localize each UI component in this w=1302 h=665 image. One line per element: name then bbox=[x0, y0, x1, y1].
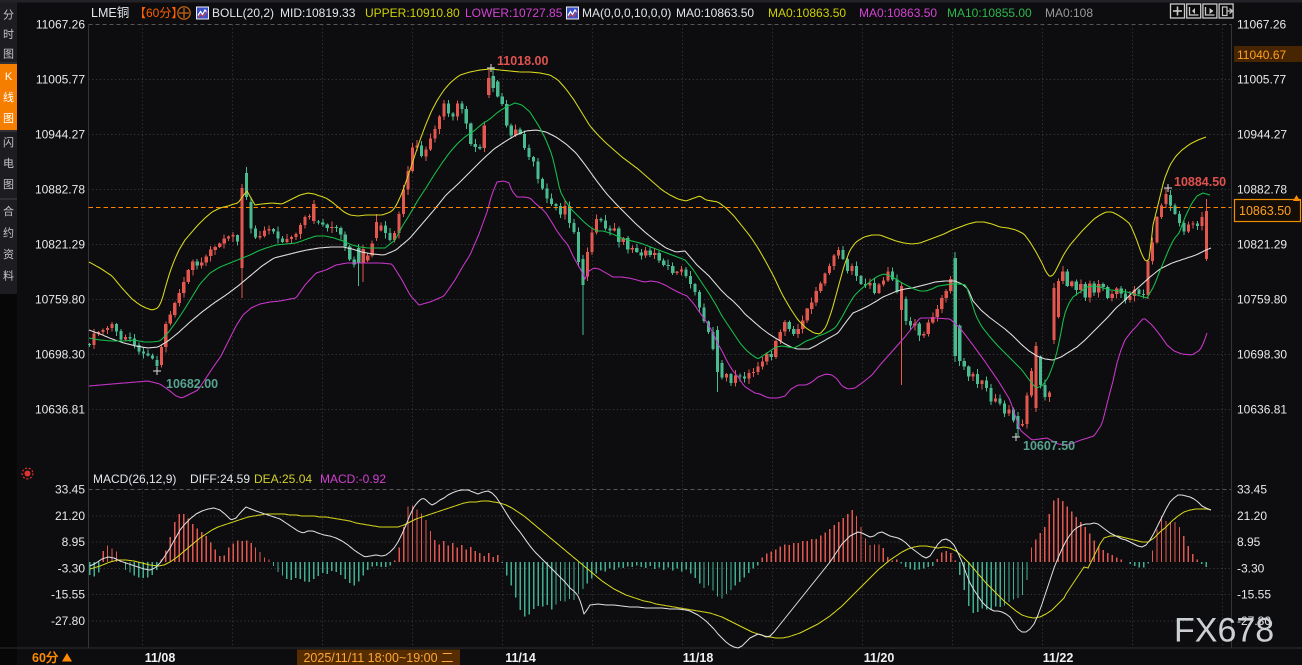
svg-text:11/14: 11/14 bbox=[505, 651, 536, 665]
svg-text:线: 线 bbox=[3, 90, 14, 104]
svg-text:11040.67: 11040.67 bbox=[1237, 48, 1286, 62]
svg-text:DIFF:24.59: DIFF:24.59 bbox=[190, 472, 250, 486]
svg-text:MA0:10863.50: MA0:10863.50 bbox=[859, 6, 937, 20]
svg-text:K: K bbox=[5, 71, 13, 83]
svg-text:时: 时 bbox=[3, 28, 14, 41]
svg-text:合: 合 bbox=[3, 204, 14, 218]
svg-text:11/18: 11/18 bbox=[683, 651, 714, 665]
svg-text:8.95: 8.95 bbox=[62, 535, 86, 549]
svg-text:料: 料 bbox=[3, 269, 14, 283]
svg-text:MID:10819.33: MID:10819.33 bbox=[280, 6, 356, 20]
svg-text:10636.81: 10636.81 bbox=[35, 403, 85, 417]
svg-text:11/22: 11/22 bbox=[1043, 651, 1074, 665]
svg-text:图: 图 bbox=[3, 112, 14, 125]
svg-text:8.95: 8.95 bbox=[1237, 535, 1261, 549]
svg-text:10698.30: 10698.30 bbox=[1237, 348, 1287, 362]
svg-text:FX678: FX678 bbox=[1174, 612, 1274, 650]
svg-text:10759.80: 10759.80 bbox=[1237, 293, 1287, 307]
svg-text:-3.30: -3.30 bbox=[1237, 562, 1265, 576]
svg-text:11005.77: 11005.77 bbox=[1237, 73, 1286, 87]
svg-text:10884.50: 10884.50 bbox=[1174, 175, 1226, 189]
svg-text:10821.29: 10821.29 bbox=[1237, 238, 1287, 252]
svg-text:【60分】: 【60分】 bbox=[134, 6, 183, 20]
svg-text:10882.78: 10882.78 bbox=[1237, 183, 1287, 197]
svg-text:-3.30: -3.30 bbox=[58, 562, 86, 576]
svg-text:图: 图 bbox=[3, 178, 14, 191]
svg-text:MACD:-0.92: MACD:-0.92 bbox=[320, 472, 386, 486]
svg-text:电: 电 bbox=[3, 157, 14, 170]
svg-text:MA10:10855.00: MA10:10855.00 bbox=[947, 6, 1032, 20]
svg-text:10944.27: 10944.27 bbox=[35, 128, 85, 142]
svg-text:10759.80: 10759.80 bbox=[35, 293, 85, 307]
svg-text:LOWER:10727.85: LOWER:10727.85 bbox=[465, 6, 563, 20]
svg-text:33.45: 33.45 bbox=[1237, 483, 1267, 497]
svg-text:BOLL(20,2): BOLL(20,2) bbox=[212, 6, 274, 20]
svg-text:MA0:10863.50: MA0:10863.50 bbox=[676, 6, 754, 20]
svg-text:UPPER:10910.80: UPPER:10910.80 bbox=[365, 6, 460, 20]
svg-text:DEA:25.04: DEA:25.04 bbox=[254, 472, 312, 486]
svg-text:约: 约 bbox=[3, 227, 14, 240]
svg-text:33.45: 33.45 bbox=[55, 483, 85, 497]
svg-text:10636.81: 10636.81 bbox=[1237, 403, 1287, 417]
svg-text:21.20: 21.20 bbox=[55, 509, 85, 523]
svg-text:MA0:108: MA0:108 bbox=[1045, 6, 1093, 20]
svg-text:分: 分 bbox=[3, 9, 14, 22]
svg-text:-15.55: -15.55 bbox=[51, 588, 85, 602]
svg-text:MA(0,0,0,10,0,0): MA(0,0,0,10,0,0) bbox=[582, 6, 671, 20]
svg-text:11067.26: 11067.26 bbox=[1237, 18, 1286, 32]
svg-text:11/20: 11/20 bbox=[864, 651, 895, 665]
svg-text:闪: 闪 bbox=[3, 135, 14, 149]
svg-text:MACD(26,12,9): MACD(26,12,9) bbox=[93, 472, 176, 486]
svg-text:21.20: 21.20 bbox=[1237, 509, 1267, 523]
svg-text:LME铜: LME铜 bbox=[91, 5, 129, 20]
svg-text:2025/11/11 18:00~19:00 二: 2025/11/11 18:00~19:00 二 bbox=[303, 651, 453, 665]
svg-text:11067.26: 11067.26 bbox=[36, 18, 85, 32]
svg-text:10944.27: 10944.27 bbox=[1237, 128, 1287, 142]
svg-text:10863.50: 10863.50 bbox=[1239, 204, 1291, 218]
svg-text:10821.29: 10821.29 bbox=[35, 238, 85, 252]
svg-text:-15.55: -15.55 bbox=[1237, 588, 1271, 602]
svg-text:10882.78: 10882.78 bbox=[35, 183, 85, 197]
svg-text:10698.30: 10698.30 bbox=[35, 348, 85, 362]
svg-text:10682.00: 10682.00 bbox=[166, 377, 218, 391]
svg-text:图: 图 bbox=[3, 48, 14, 61]
svg-text:11005.77: 11005.77 bbox=[36, 73, 85, 87]
svg-text:10607.50: 10607.50 bbox=[1023, 439, 1075, 453]
svg-text:11/08: 11/08 bbox=[145, 651, 176, 665]
svg-text:-27.80: -27.80 bbox=[51, 614, 85, 628]
svg-text:MA0:10863.50: MA0:10863.50 bbox=[768, 6, 846, 20]
svg-text:11018.00: 11018.00 bbox=[497, 54, 548, 68]
svg-text:60分: 60分 bbox=[32, 650, 59, 665]
svg-text:资: 资 bbox=[3, 248, 14, 261]
